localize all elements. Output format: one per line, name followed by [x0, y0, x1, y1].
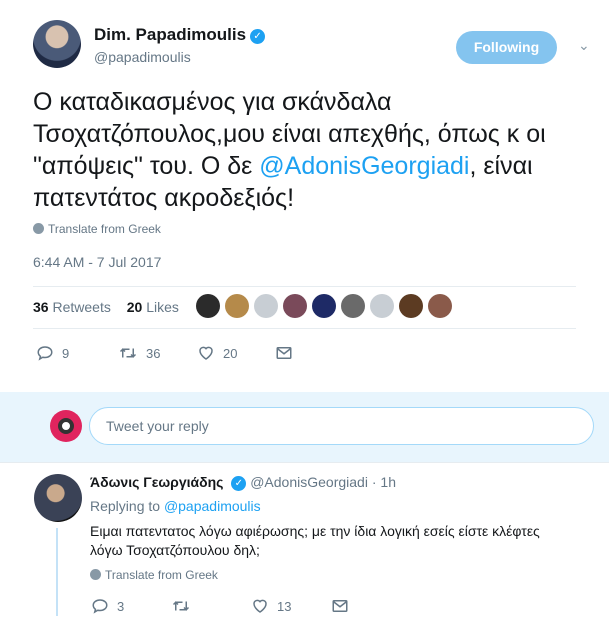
- translate-label[interactable]: Translate from Greek: [105, 568, 218, 582]
- author-name[interactable]: Dim. Papadimoulis ✓: [94, 25, 266, 45]
- retweet-count: 36: [146, 346, 161, 361]
- liker-avatar[interactable]: [428, 294, 452, 318]
- likers-avatars: [196, 294, 457, 318]
- author-name-text[interactable]: Dim. Papadimoulis: [94, 25, 246, 44]
- chevron-down-icon[interactable]: ⌄: [578, 37, 590, 54]
- retweets-stat[interactable]: 36 Retweets: [33, 299, 111, 315]
- divider: [33, 286, 576, 287]
- author-handle[interactable]: @papadimoulis: [94, 49, 191, 65]
- heart-icon: [253, 599, 267, 613]
- liker-avatar[interactable]: [399, 294, 423, 318]
- reply-input[interactable]: Tweet your reply: [89, 407, 594, 445]
- retweet-icon: [119, 348, 137, 358]
- like-count: 20: [223, 346, 238, 361]
- replying-to-link[interactable]: @papadimoulis: [164, 498, 261, 514]
- replying-to-prefix: Replying to: [90, 498, 161, 514]
- reply-count: 9: [62, 346, 70, 361]
- liker-avatar[interactable]: [312, 294, 336, 318]
- liker-avatar[interactable]: [196, 294, 220, 318]
- liker-avatar[interactable]: [225, 294, 249, 318]
- reply-icon: [37, 346, 53, 361]
- likes-stat[interactable]: 20 Likes: [127, 299, 179, 315]
- meta-separator: ·: [371, 474, 377, 490]
- verified-icon: ✓: [250, 29, 266, 44]
- replying-to: Replying to @papadimoulis: [90, 498, 261, 514]
- reply-action[interactable]: 3: [91, 597, 124, 615]
- author-avatar[interactable]: [33, 20, 81, 68]
- tweet-stats: 36 Retweets 20 Likes: [33, 299, 179, 315]
- heart-icon: [199, 346, 213, 360]
- mention-link[interactable]: @AdonisGeorgiadi: [259, 152, 469, 180]
- envelope-icon: [332, 600, 348, 612]
- reply-time[interactable]: 1h: [380, 474, 396, 490]
- globe-icon: [33, 223, 44, 234]
- liker-avatar[interactable]: [341, 294, 365, 318]
- globe-icon: [90, 569, 101, 580]
- verified-icon: ✓: [231, 476, 247, 491]
- reply-count: 3: [117, 599, 125, 614]
- likes-count[interactable]: 20: [127, 299, 143, 315]
- dm-action[interactable]: [275, 344, 301, 362]
- liker-avatar[interactable]: [370, 294, 394, 318]
- following-button[interactable]: Following: [456, 31, 557, 64]
- retweet-action[interactable]: [171, 597, 199, 615]
- retweet-icon: [172, 601, 190, 611]
- reply-author-handle[interactable]: @AdonisGeorgiadi: [250, 474, 368, 490]
- envelope-icon: [276, 347, 292, 359]
- main-tweet: Dim. Papadimoulis ✓ @papadimoulis Followi…: [0, 0, 609, 392]
- liker-avatar[interactable]: [283, 294, 307, 318]
- thread-line: [56, 528, 58, 616]
- reply-author-name[interactable]: Άδωνις Γεωργιάδης: [90, 474, 223, 490]
- retweets-count[interactable]: 36: [33, 299, 49, 315]
- reply-action[interactable]: 9: [36, 344, 69, 362]
- translate-label[interactable]: Translate from Greek: [48, 222, 161, 236]
- like-action[interactable]: 20: [197, 344, 237, 362]
- retweets-label[interactable]: Retweets: [52, 299, 110, 315]
- dm-action[interactable]: [331, 597, 357, 615]
- tweet-text: Ο καταδικασμένος για σκάνδαλα Τσοχατζόπο…: [33, 86, 593, 214]
- user-avatar[interactable]: [50, 410, 82, 442]
- like-action[interactable]: 13: [251, 597, 291, 615]
- reply-author-avatar[interactable]: [34, 474, 82, 522]
- likes-label[interactable]: Likes: [146, 299, 179, 315]
- retweet-action[interactable]: 36: [118, 344, 160, 362]
- reply-icon: [92, 599, 108, 614]
- divider: [33, 328, 576, 329]
- translate-link[interactable]: Translate from Greek: [33, 222, 161, 236]
- reply-text: Ειμαι πατεντατος λόγω αφιέρωσης; με την …: [90, 523, 540, 558]
- translate-link[interactable]: Translate from Greek: [90, 568, 218, 582]
- reply-header: Άδωνις Γεωργιάδης ✓ @AdonisGeorgiadi · 1…: [90, 474, 396, 491]
- reply-composer: Tweet your reply: [0, 392, 609, 462]
- like-count: 13: [277, 599, 292, 614]
- liker-avatar[interactable]: [254, 294, 278, 318]
- tweet-timestamp[interactable]: 6:44 AM - 7 Jul 2017: [33, 254, 161, 270]
- reply-tweet: Άδωνις Γεωργιάδης ✓ @AdonisGeorgiadi · 1…: [0, 462, 609, 626]
